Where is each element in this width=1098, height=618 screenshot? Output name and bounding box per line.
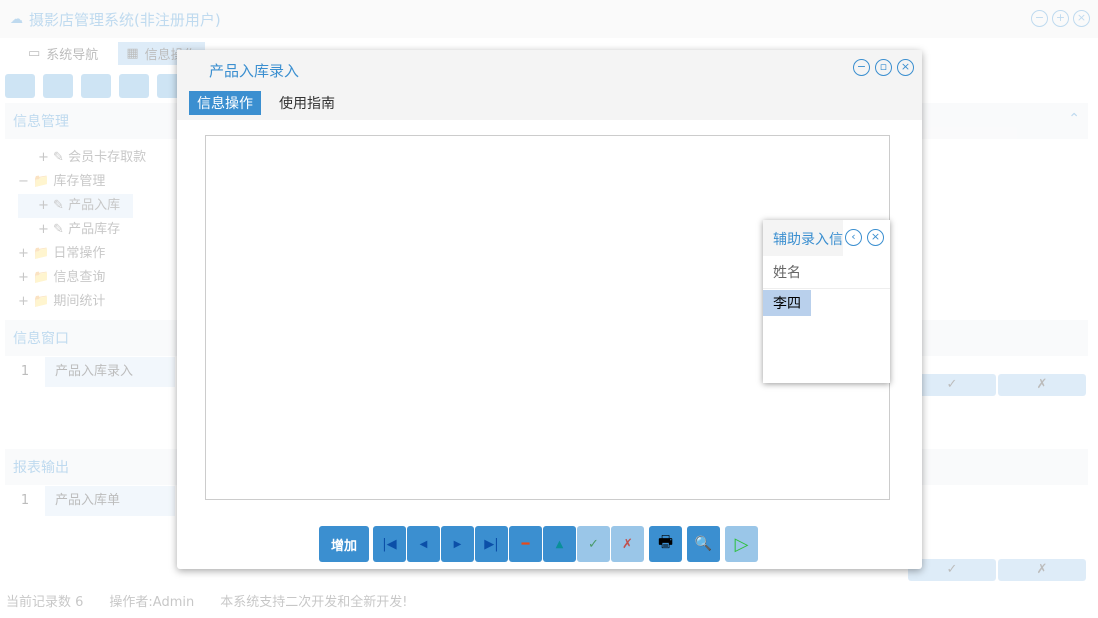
- column-header-name: 姓名: [763, 256, 890, 289]
- delete-icon[interactable]: ━: [509, 526, 542, 562]
- minimize-icon[interactable]: −: [1031, 10, 1048, 27]
- tree-item[interactable]: + 📁 信息查询: [18, 266, 146, 290]
- add-button[interactable]: 增加: [319, 526, 369, 562]
- app-titlebar: ☁ 摄影店管理系统(非注册用户) − + ×: [0, 0, 1098, 38]
- cancel-icon[interactable]: ✗: [611, 526, 644, 562]
- edit-up-icon[interactable]: ▲: [543, 526, 576, 562]
- popup-title: 辅助录入信: [763, 220, 843, 256]
- bg-cancel-button[interactable]: ✗: [998, 374, 1086, 396]
- list-item[interactable]: 李四: [763, 290, 811, 316]
- table-row[interactable]: 1 产品入库录入: [5, 357, 175, 387]
- action-toolbar: 增加 |◀ ◀ ▶ ▶| ━ ▲ ✓ ✗ 🖶 🔍 ▷: [319, 526, 759, 562]
- cloud-logo-icon: ☁: [10, 11, 23, 27]
- tree-item[interactable]: + ✎ 会员卡存取款: [18, 146, 146, 170]
- tree-item[interactable]: − 📁 库存管理: [18, 170, 146, 194]
- print-preview-icon[interactable]: 🔍: [687, 526, 720, 562]
- input-assist-popup: 辅助录入信 ‹ × 姓名 李四: [763, 220, 890, 383]
- row-name: 产品入库录入: [45, 357, 175, 387]
- tree-label: 产品库存: [68, 222, 121, 237]
- user-tool-button[interactable]: [119, 74, 149, 98]
- tab-label: 系统导航: [46, 48, 99, 63]
- list-tool-button[interactable]: [43, 74, 73, 98]
- record-count: 当前记录数 6: [6, 595, 84, 610]
- row-number: 1: [20, 364, 30, 379]
- minimize-icon[interactable]: −: [853, 59, 870, 76]
- first-record-icon[interactable]: |◀: [373, 526, 406, 562]
- close-icon[interactable]: ×: [867, 229, 884, 246]
- tab-info-ops[interactable]: 信息操作: [189, 91, 261, 115]
- tree-item[interactable]: + ✎ 产品库存: [18, 218, 146, 242]
- tab-user-guide[interactable]: 使用指南: [271, 91, 343, 115]
- close-icon[interactable]: ×: [1073, 10, 1090, 27]
- app-title: 摄影店管理系统(非注册用户): [29, 10, 221, 29]
- operator: 操作者:Admin: [109, 595, 195, 610]
- tree-label: 会员卡存取款: [68, 150, 147, 165]
- tree-label: 产品入库: [68, 198, 121, 213]
- tree-item[interactable]: + 📁 期间统计: [18, 290, 146, 314]
- collapse-icon[interactable]: ⌃: [1068, 111, 1080, 127]
- tree-item[interactable]: + 📁 日常操作: [18, 242, 146, 266]
- tree-item[interactable]: + ✎ 产品入库: [18, 194, 133, 218]
- search-tool-button[interactable]: [5, 74, 35, 98]
- last-record-icon[interactable]: ▶|: [475, 526, 508, 562]
- status-bar: 当前记录数 6 操作者:Admin 本系统支持二次开发和全新开发!: [6, 591, 407, 610]
- section-title: 报表输出: [13, 460, 69, 476]
- run-icon[interactable]: ▷: [725, 526, 758, 562]
- table-row[interactable]: 1 产品入库单: [5, 486, 175, 516]
- doc-tool-button[interactable]: [81, 74, 111, 98]
- close-icon[interactable]: ×: [897, 59, 914, 76]
- tree-label: 信息查询: [53, 270, 106, 285]
- row-number: 1: [20, 493, 30, 508]
- tree-label: 库存管理: [53, 174, 106, 189]
- next-record-icon[interactable]: ▶: [441, 526, 474, 562]
- confirm-icon[interactable]: ✓: [577, 526, 610, 562]
- status-note: 本系统支持二次开发和全新开发!: [220, 595, 408, 610]
- grid-icon: ▦: [126, 46, 139, 61]
- section-title: 信息管理: [13, 114, 69, 130]
- maximize-icon[interactable]: +: [1052, 10, 1069, 27]
- tree-label: 日常操作: [53, 246, 106, 261]
- section-title: 信息窗口: [13, 331, 69, 347]
- tab-system-nav[interactable]: ▭ 系统导航: [20, 42, 106, 65]
- row-name: 产品入库单: [45, 486, 175, 516]
- bg-cancel-button[interactable]: ✗: [998, 559, 1086, 581]
- dialog-title: 产品入库录入: [209, 62, 300, 80]
- print-icon[interactable]: 🖶: [649, 526, 682, 562]
- window-icon: ▭: [28, 46, 41, 61]
- tree-label: 期间统计: [53, 294, 106, 309]
- restore-icon[interactable]: ▫: [875, 59, 892, 76]
- nav-tree: + ✎ 会员卡存取款 − 📁 库存管理 + ✎ 产品入库 + ✎ 产品库存 + …: [18, 146, 146, 314]
- prev-record-icon[interactable]: ◀: [407, 526, 440, 562]
- back-icon[interactable]: ‹: [845, 229, 862, 246]
